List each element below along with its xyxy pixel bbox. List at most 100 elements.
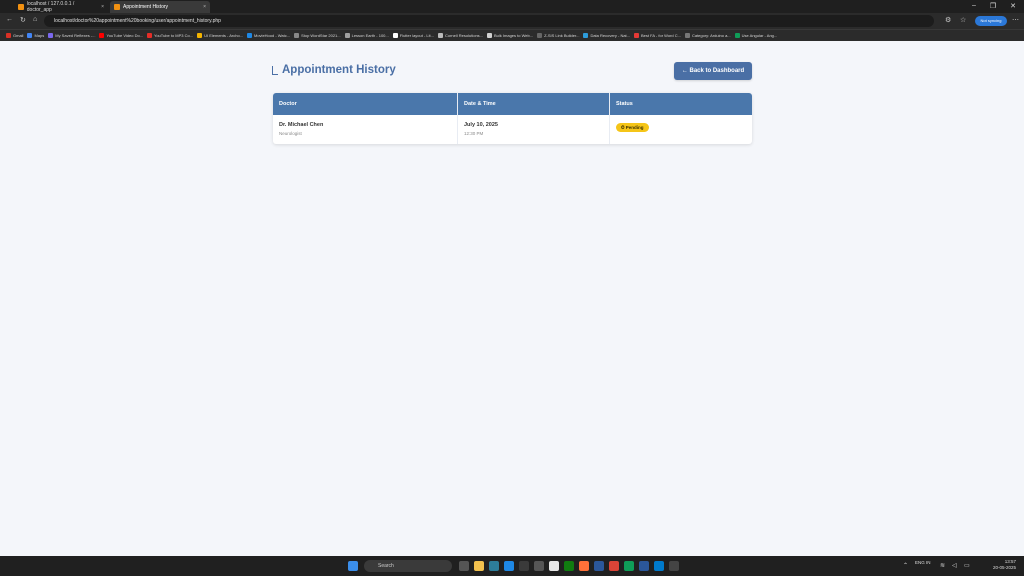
bookmark-item[interactable]: Z-SIS Link Builder... (537, 33, 579, 38)
table-cell-status: ⏱ Pending (610, 115, 752, 144)
bookmark-favicon-icon (487, 33, 493, 38)
store-icon[interactable] (534, 561, 544, 571)
bookmark-item[interactable]: Data Recovery - Nat... (583, 33, 630, 38)
app-icon[interactable] (669, 561, 679, 571)
taskbar-search[interactable]: Search (364, 560, 452, 572)
appointment-time: 12:30 PM (464, 131, 484, 136)
home-icon[interactable]: ⌂ (33, 16, 37, 23)
windows-taskbar: Search ⌃ ENG IN ≋ ◁ ▭ 13:57 20-05-2025 (0, 556, 1024, 576)
refresh-icon[interactable]: ↻ (20, 16, 26, 24)
bookmark-label: Cornell Resolutions... (444, 33, 484, 38)
extensions-icon[interactable]: ⚙ (945, 16, 951, 24)
task-view-icon[interactable] (459, 561, 469, 571)
window-controls: – ❐ ✕ (972, 2, 1016, 10)
bookmark-item[interactable]: Maps (27, 33, 44, 38)
bookmark-favicon-icon (147, 33, 153, 38)
more-menu-icon[interactable]: ⋯ (1012, 16, 1019, 24)
bookmark-favicon-icon (684, 33, 690, 38)
close-window-icon[interactable]: ✕ (1010, 2, 1016, 10)
bookmark-favicon-icon (344, 33, 350, 38)
tab-phpmyadmin[interactable]: localhost / 127.0.0.1 / doctor_app × (14, 1, 108, 13)
bookmark-item[interactable]: YouTube to MP3 Co... (147, 33, 193, 38)
url-input[interactable]: localhost/doctor%20appointment%20booking… (44, 15, 934, 27)
bookmark-item[interactable]: Best FA - for Word C... (634, 33, 681, 38)
close-icon[interactable]: × (203, 4, 206, 10)
bookmarks-bar: Gmail Maps My Saved Reflexes -... YouTube V… (0, 29, 1024, 41)
bookmark-favicon-icon (437, 33, 443, 38)
page-content: Appointment History ← Back to Dashboard … (0, 41, 1024, 556)
bookmark-label: Bulk Images to Web... (494, 33, 534, 38)
app-icon[interactable] (624, 561, 634, 571)
bookmark-label: UI Elements - Archo... (204, 33, 243, 38)
bookmark-favicon-icon (99, 33, 105, 38)
bookmark-item[interactable]: Stop WordStar 2021... (294, 33, 341, 38)
bookmark-favicon-icon (197, 33, 203, 38)
bookmark-item[interactable]: Bulk Images to Web... (487, 33, 533, 38)
bookmark-label: Data Recovery - Nat... (590, 33, 631, 38)
chrome-icon[interactable] (504, 561, 514, 571)
bookmark-favicon-icon (247, 33, 252, 38)
bookmark-favicon-icon (734, 33, 740, 38)
bookmark-label: Flutter layout - Lit... (399, 33, 434, 38)
chrome-icon[interactable] (609, 561, 619, 571)
bookmark-item[interactable]: UI Elements - Archo... (197, 33, 243, 38)
bookmark-label: YouTube Video Do... (106, 33, 144, 38)
profile-button[interactable]: Not syncing (975, 16, 1007, 26)
xbox-icon[interactable] (564, 561, 574, 571)
vscode-icon[interactable] (654, 561, 664, 571)
bookmark-favicon-icon (294, 33, 300, 38)
page-title-text: Appointment History (282, 64, 396, 76)
close-icon[interactable]: × (101, 4, 104, 10)
table-cell-datetime: July 10, 2025 12:30 PM (458, 115, 610, 144)
restore-icon[interactable]: ❐ (990, 2, 996, 10)
bookmark-favicon-icon (537, 33, 543, 38)
tab-label: localhost / 127.0.0.1 / doctor_app (26, 1, 75, 13)
doctor-name: Dr. Michael Chen (279, 122, 324, 128)
bookmark-item[interactable]: Use Angular - Ang... (734, 33, 777, 38)
file-explorer-icon[interactable] (474, 561, 484, 571)
volume-icon[interactable]: ◁ (952, 562, 957, 569)
windows-start-icon[interactable] (348, 561, 358, 571)
bookmark-favicon-icon (48, 33, 54, 38)
wifi-icon[interactable]: ≋ (940, 562, 945, 569)
bookmark-item[interactable]: Category: Arduino a... (684, 33, 731, 38)
status-badge: ⏱ Pending (616, 123, 649, 132)
bookmark-label: Category: Arduino a... (691, 33, 731, 38)
language-indicator[interactable]: ENG IN (915, 560, 931, 565)
table-cell-doctor: Dr. Michael Chen Neurologist (273, 115, 458, 144)
bookmark-label: YouTube to MP3 Co... (154, 33, 194, 38)
bookmark-favicon-icon (392, 33, 398, 38)
bookmark-label: Maps (34, 33, 45, 38)
minimize-icon[interactable]: – (972, 2, 976, 10)
browser-tabbar: localhost / 127.0.0.1 / doctor_app × App… (0, 0, 1024, 13)
battery-icon[interactable]: ▭ (964, 562, 970, 569)
bookmark-item[interactable]: Flutter layout - Lit... (392, 33, 434, 38)
page-icon (114, 4, 120, 10)
bookmark-item[interactable]: Gmail (6, 33, 23, 38)
clock[interactable]: 13:57 20-05-2025 (993, 559, 1016, 571)
tab-label: Appointment History (123, 4, 169, 10)
app-icon[interactable] (594, 561, 604, 571)
tray-chevron-icon[interactable]: ⌃ (903, 562, 908, 569)
bookmark-favicon-icon (583, 33, 589, 38)
firefox-icon[interactable] (579, 561, 589, 571)
favorites-icon[interactable]: ☆ (960, 16, 966, 24)
bookmark-item[interactable]: Cornell Resolutions... (437, 33, 484, 38)
bookmark-label: Z-SIS Link Builder... (544, 33, 580, 38)
back-arrow-icon[interactable]: ← (6, 16, 13, 23)
bookmark-item[interactable]: YouTube Video Do... (99, 33, 143, 38)
bookmark-item[interactable]: Lesson Earth - 100... (344, 33, 389, 38)
app-icon[interactable] (549, 561, 559, 571)
app-icon[interactable] (519, 561, 529, 571)
bookmark-item[interactable]: My Saved Reflexes -... (48, 33, 95, 38)
bookmark-item[interactable]: MovieHood - Watc... (247, 33, 290, 38)
bookmark-label: Best FA - for Word C... (641, 33, 681, 38)
tab-appointment-history[interactable]: Appointment History × (110, 1, 210, 13)
edge-icon[interactable] (489, 561, 499, 571)
appointments-table: Doctor Date & Time Status Dr. Michael Ch… (273, 93, 752, 144)
back-to-dashboard-button[interactable]: ← Back to Dashboard (674, 62, 752, 80)
table-header: Doctor Date & Time Status (273, 93, 752, 115)
word-icon[interactable] (639, 561, 649, 571)
bookmark-favicon-icon (6, 33, 11, 38)
bookmark-label: Gmail (13, 33, 24, 38)
